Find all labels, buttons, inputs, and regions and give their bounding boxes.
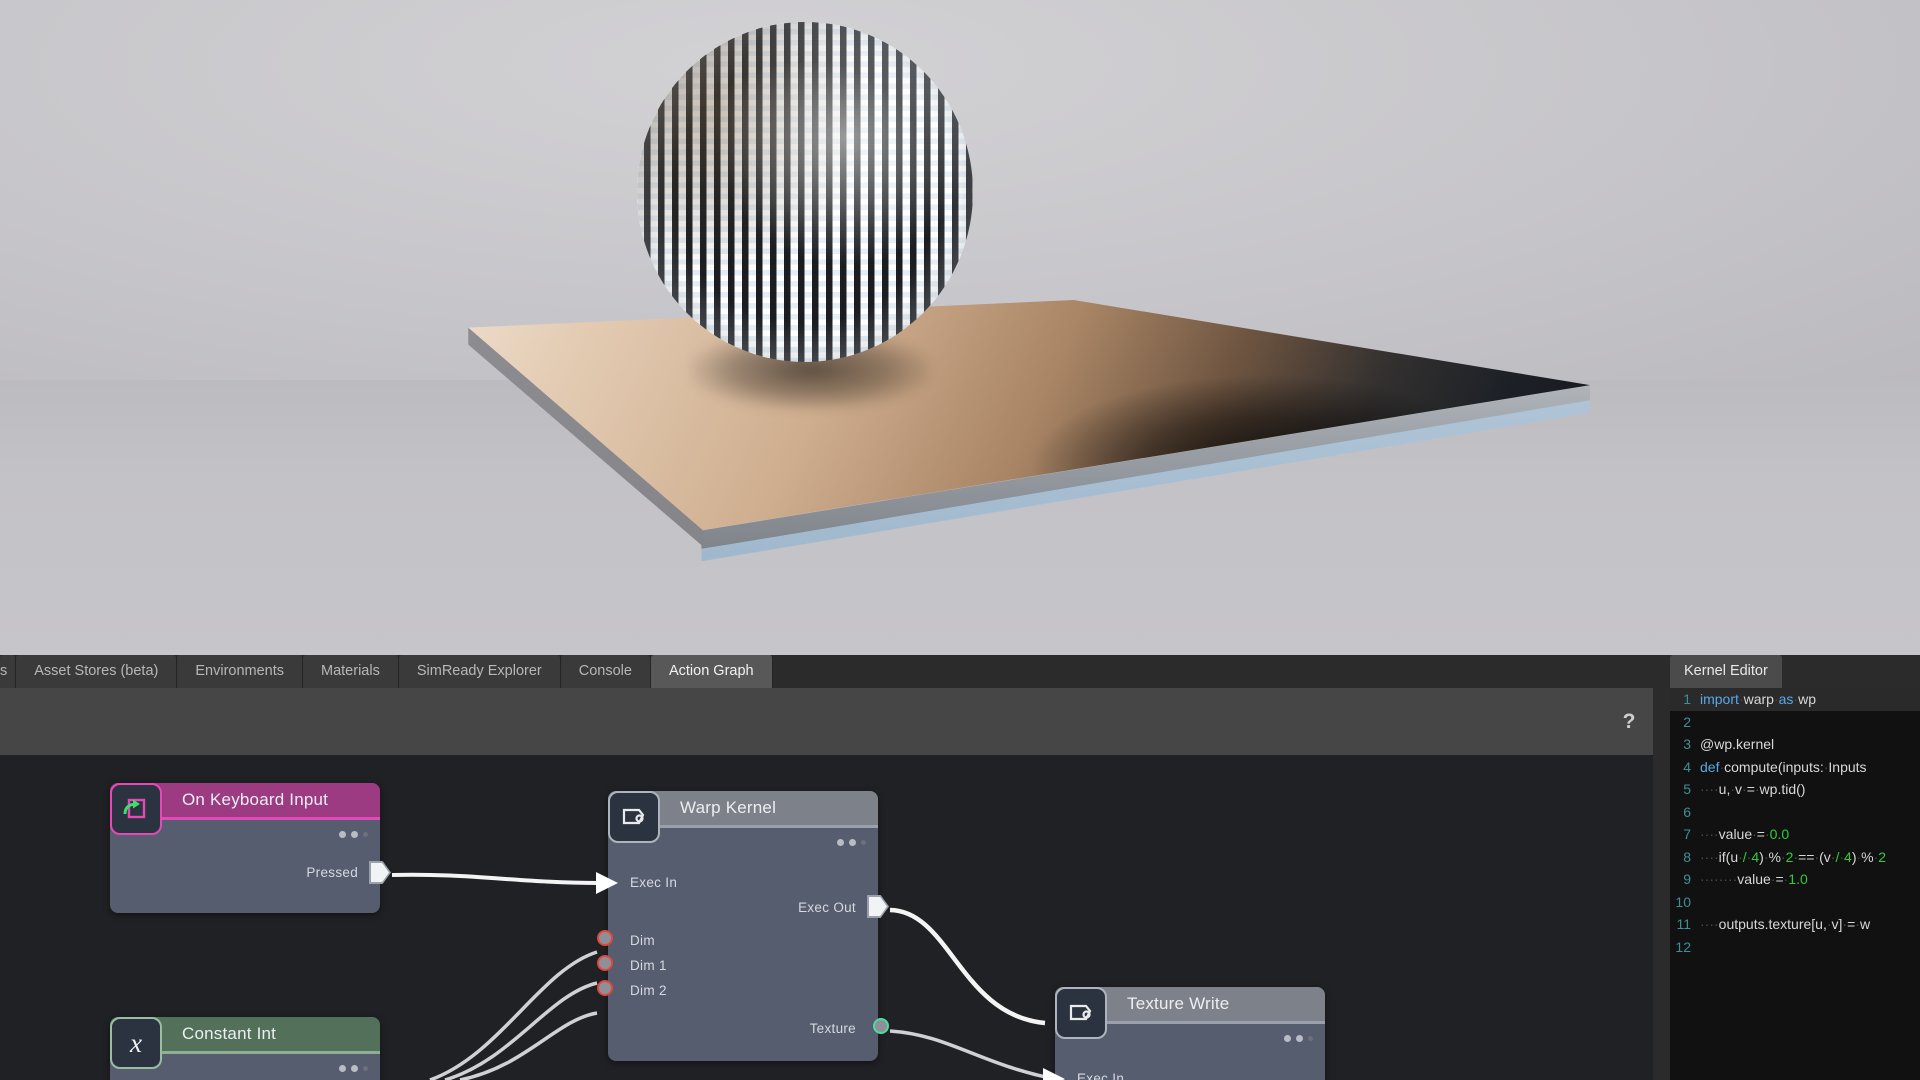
panel-tab-bar: s Asset Stores (beta) Environments Material… <box>0 655 1670 688</box>
kernel-tag-icon <box>1055 987 1107 1039</box>
port-label-pressed: Pressed <box>306 865 358 880</box>
panel-divider-vertical[interactable] <box>1653 688 1662 1080</box>
tab-action-graph[interactable]: Action Graph <box>650 655 773 688</box>
action-graph-toolbar: ? <box>0 688 1653 755</box>
node-texture-write[interactable]: Texture Write Exec In <box>1043 987 1325 1080</box>
pin-dim[interactable] <box>597 930 613 946</box>
application-window: s Asset Stores (beta) Environments Material… <box>0 0 1920 1080</box>
line-number: 2 <box>1683 713 1691 730</box>
code-line[interactable]: 11 ····outputs.texture[u,·v]·=·w <box>1670 913 1920 936</box>
code-text: ····value·=·0.0 <box>1700 826 1790 843</box>
line-number: 3 <box>1683 736 1691 753</box>
node-on-keyboard-input[interactable]: On Keyboard Input Pressed <box>110 783 391 913</box>
line-number: 10 <box>1675 893 1691 910</box>
kernel-panel-divider[interactable] <box>1662 688 1670 1080</box>
tab-materials[interactable]: Materials <box>303 655 399 688</box>
event-arrow-icon <box>110 783 162 835</box>
checkered-sphere <box>637 22 973 362</box>
pin-dim-1[interactable] <box>597 955 613 971</box>
line-number: 1 <box>1683 691 1691 708</box>
x-variable-icon: x <box>110 1017 162 1069</box>
pin-dim-2[interactable] <box>597 980 613 996</box>
code-text: @wp.kernel <box>1700 736 1775 753</box>
viewport-3d[interactable] <box>0 0 1920 655</box>
kernel-code-editor[interactable]: 1 import·warp·as·wp 2 3 @wp.kernel 4 def·compu… <box>1670 688 1920 1080</box>
code-text: ····u,·v·=·wp.tid() <box>1700 781 1806 798</box>
pin-exec-in[interactable] <box>596 872 618 894</box>
code-line[interactable]: 7 ····value·=·0.0 <box>1670 823 1920 846</box>
kernel-tag-icon <box>608 791 660 843</box>
node-options-dots[interactable] <box>1284 1035 1313 1042</box>
tab-console[interactable]: Console <box>560 655 651 688</box>
code-line[interactable]: 9 ········value·=·1.0 <box>1670 868 1920 891</box>
node-options-dots[interactable] <box>339 831 368 838</box>
node-options-dots[interactable] <box>339 1065 368 1072</box>
code-line[interactable]: 10 <box>1670 891 1920 914</box>
pin-texture-out[interactable] <box>873 1018 889 1034</box>
code-line[interactable]: 1 import·warp·as·wp <box>1670 688 1920 711</box>
node-options-dots[interactable] <box>837 839 866 846</box>
port-label-dim-2: Dim 2 <box>630 983 667 998</box>
kernel-panel-tab-bar: Kernel Editor <box>1670 655 1920 688</box>
line-number: 12 <box>1675 938 1691 955</box>
line-number: 4 <box>1683 758 1691 775</box>
code-text: ····if(u·/·4)·%·2·==·(v·/·4)·%·2 <box>1700 848 1887 865</box>
code-line[interactable]: 2 <box>1670 711 1920 734</box>
code-line[interactable]: 8 ····if(u·/·4)·%·2·==·(v·/·4)·%·2 <box>1670 846 1920 869</box>
port-label-exec-in: Exec In <box>1077 1071 1125 1080</box>
node-warp-kernel[interactable]: Warp Kernel Exec In Exec Out Dim Dim 1 D… <box>596 791 889 1061</box>
code-line[interactable]: 5 ····u,·v·=·wp.tid() <box>1670 778 1920 801</box>
pin-exec-out-fill <box>869 897 887 916</box>
tab-kernel-editor[interactable]: Kernel Editor <box>1670 655 1782 688</box>
code-line[interactable]: 4 def·compute(inputs:·Inputs <box>1670 756 1920 779</box>
port-label-dim-1: Dim 1 <box>630 958 667 973</box>
line-number: 8 <box>1683 848 1691 865</box>
tab-s[interactable]: s <box>0 655 17 688</box>
code-text: ········value·=·1.0 <box>1700 871 1808 888</box>
tab-environments[interactable]: Environments <box>177 655 304 688</box>
line-number: 9 <box>1683 871 1691 888</box>
pin-pressed-out-fill <box>371 863 389 882</box>
code-text: import·warp·as·wp <box>1700 691 1816 708</box>
line-number: 7 <box>1683 826 1691 843</box>
help-icon[interactable]: ? <box>1617 710 1641 734</box>
code-line[interactable]: 12 <box>1670 936 1920 959</box>
code-line[interactable]: 3 @wp.kernel <box>1670 733 1920 756</box>
code-line[interactable]: 6 <box>1670 801 1920 824</box>
line-number: 6 <box>1683 803 1691 820</box>
port-label-exec-out: Exec Out <box>798 900 856 915</box>
tab-asset-stores-beta[interactable]: Asset Stores (beta) <box>16 655 178 688</box>
node-constant-int[interactable]: Constant Int x <box>110 1017 380 1080</box>
code-text: def·compute(inputs:·Inputs <box>1700 758 1867 775</box>
tab-simready-explorer[interactable]: SimReady Explorer <box>398 655 561 688</box>
port-label-exec-in: Exec In <box>630 875 678 890</box>
action-graph-canvas[interactable]: On Keyboard Input Pressed Warp Kernel Ex… <box>0 755 1653 1080</box>
kernel-editor-panel[interactable]: 1 import·warp·as·wp 2 3 @wp.kernel 4 def·compu… <box>1670 688 1920 1080</box>
code-text: ····outputs.texture[u,·v]·=·w <box>1700 916 1871 933</box>
port-label-dim: Dim <box>630 933 655 948</box>
line-number: 5 <box>1683 781 1691 798</box>
pin-exec-in[interactable] <box>1043 1068 1065 1080</box>
port-label-texture: Texture <box>809 1021 856 1036</box>
line-number: 11 <box>1676 916 1691 933</box>
